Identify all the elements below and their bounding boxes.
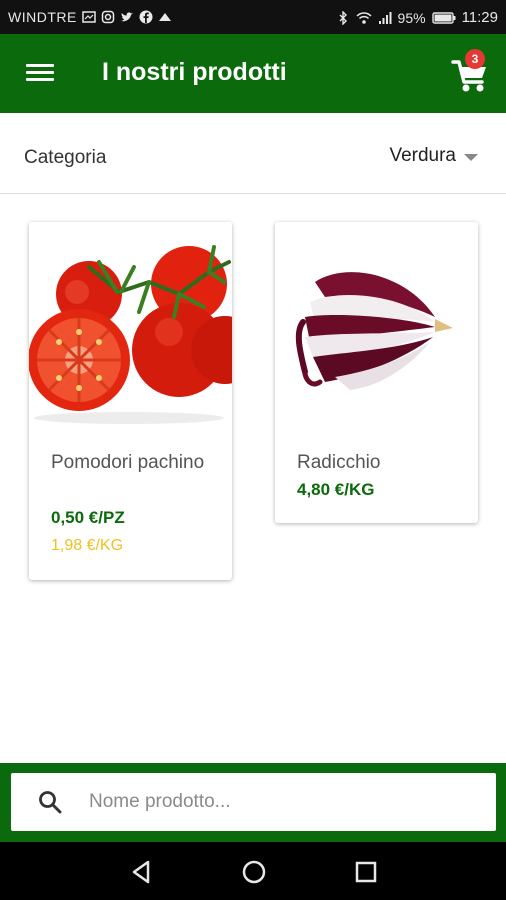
category-selected-value: Verdura bbox=[389, 145, 456, 166]
product-card[interactable]: Pomodori pachino 0,50 €/PZ 1,98 €/KG bbox=[29, 222, 232, 580]
app-bar: I nostri prodotti 3 bbox=[0, 34, 506, 113]
dropdown-arrow-icon bbox=[464, 153, 478, 161]
cart-count-badge: 3 bbox=[465, 49, 485, 69]
system-nav-bar bbox=[0, 842, 506, 900]
product-card[interactable]: Radicchio 4,80 €/KG bbox=[275, 222, 478, 523]
message-icon bbox=[82, 11, 96, 23]
wifi-icon bbox=[356, 11, 372, 24]
category-filter: Categoria Verdura bbox=[0, 113, 506, 194]
battery-icon bbox=[431, 11, 456, 24]
product-price-secondary: 1,98 €/KG bbox=[51, 537, 124, 554]
home-icon[interactable] bbox=[240, 858, 268, 886]
search-icon bbox=[39, 791, 62, 814]
product-image-radicchio bbox=[275, 222, 478, 427]
twitter-icon bbox=[120, 12, 133, 22]
cart-button[interactable]: 3 bbox=[451, 49, 491, 94]
search-input[interactable] bbox=[87, 790, 471, 814]
recents-icon[interactable] bbox=[352, 858, 380, 886]
upload-icon bbox=[158, 13, 171, 21]
product-price: 4,80 €/KG bbox=[297, 480, 375, 499]
menu-icon-line bbox=[26, 71, 54, 74]
signal-icon bbox=[378, 11, 392, 24]
carrier-name: WINDTRE bbox=[8, 9, 77, 25]
battery-percent: 95% bbox=[397, 9, 426, 26]
product-name: Radicchio bbox=[297, 452, 381, 473]
category-dropdown[interactable]: Verdura bbox=[389, 145, 478, 167]
status-bar: WINDTRE 95% 11:29 bbox=[0, 0, 506, 34]
product-price: 0,50 €/PZ bbox=[51, 508, 125, 527]
product-name: Pomodori pachino bbox=[51, 452, 205, 473]
search-bar-container bbox=[0, 763, 506, 842]
clock: 11:29 bbox=[461, 9, 498, 26]
facebook-icon bbox=[139, 10, 153, 24]
page-title: I nostri prodotti bbox=[102, 58, 287, 86]
menu-icon-line bbox=[26, 78, 54, 81]
bluetooth-icon bbox=[339, 10, 347, 25]
instagram-icon bbox=[101, 10, 115, 24]
product-image-tomatoes bbox=[29, 222, 232, 427]
back-icon[interactable] bbox=[128, 858, 156, 886]
menu-icon-line bbox=[26, 64, 54, 67]
category-label: Categoria bbox=[24, 147, 107, 168]
search-box bbox=[11, 773, 496, 831]
menu-button[interactable] bbox=[24, 60, 56, 88]
